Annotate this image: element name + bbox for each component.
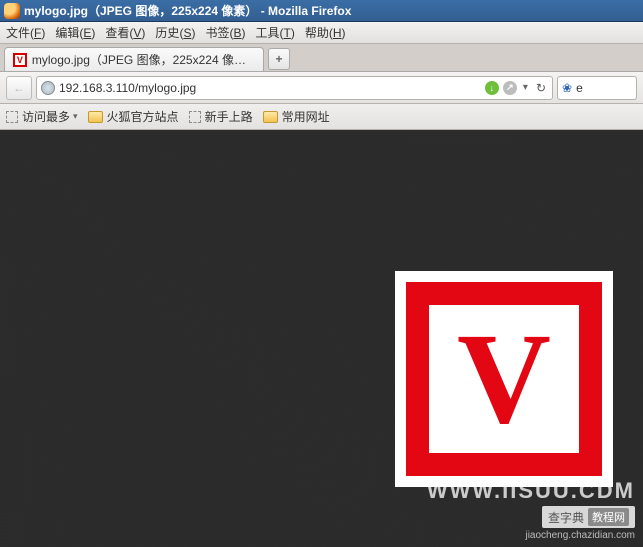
bookmark-most-visited[interactable]: 访问最多 ▾ bbox=[6, 108, 78, 125]
menu-tools[interactable]: 工具(T) bbox=[255, 24, 294, 41]
nav-toolbar: ← ↓ ↗ ▾ ↻ ❀ bbox=[0, 72, 643, 104]
folder-icon bbox=[263, 111, 278, 123]
menu-view[interactable]: 查看(V) bbox=[105, 24, 145, 41]
url-input[interactable] bbox=[59, 81, 481, 95]
bookmark-getting-started[interactable]: 新手上路 bbox=[189, 108, 253, 125]
go-icon[interactable]: ↓ bbox=[485, 81, 499, 95]
menu-file[interactable]: 文件(F) bbox=[6, 24, 45, 41]
tab-strip: V mylogo.jpg（JPEG 图像，225x224 像素） + bbox=[0, 44, 643, 72]
logo-inner-frame: V bbox=[429, 305, 579, 453]
search-input[interactable] bbox=[576, 81, 632, 95]
reload-button[interactable]: ↻ bbox=[534, 81, 548, 95]
bookmark-placeholder-icon bbox=[6, 111, 18, 123]
menu-bookmarks[interactable]: 书签(B) bbox=[205, 24, 245, 41]
window-title: mylogo.jpg（JPEG 图像，225x224 像素） - Mozilla… bbox=[24, 2, 351, 19]
tab-active[interactable]: V mylogo.jpg（JPEG 图像，225x224 像素） bbox=[4, 47, 264, 71]
share-icon[interactable]: ↗ bbox=[503, 81, 517, 95]
watermark-url-2: jiaocheng.chazidian.com bbox=[525, 530, 635, 541]
chevron-down-icon: ▾ bbox=[73, 111, 78, 122]
tab-label: mylogo.jpg（JPEG 图像，225x224 像素） bbox=[32, 51, 255, 68]
watermark-brand: 查字典 教程网 bbox=[542, 506, 635, 528]
search-box[interactable]: ❀ bbox=[557, 76, 637, 100]
bookmark-placeholder-icon bbox=[189, 111, 201, 123]
menu-history[interactable]: 历史(S) bbox=[155, 24, 195, 41]
url-box[interactable]: ↓ ↗ ▾ ↻ bbox=[36, 76, 553, 100]
tab-favicon-v-icon: V bbox=[13, 53, 27, 67]
window-titlebar: mylogo.jpg（JPEG 图像，225x224 像素） - Mozilla… bbox=[0, 0, 643, 22]
watermark-url-1: WWW.IISUU.CDM bbox=[427, 478, 635, 504]
folder-icon bbox=[88, 111, 103, 123]
bookmark-common-urls[interactable]: 常用网址 bbox=[263, 108, 330, 125]
page-content: V WWW.IISUU.CDM 查字典 教程网 jiaocheng.chazid… bbox=[0, 130, 643, 547]
plus-icon: + bbox=[275, 52, 282, 66]
bookmark-firefox-official[interactable]: 火狐官方站点 bbox=[88, 108, 179, 125]
watermark: WWW.IISUU.CDM 查字典 教程网 jiaocheng.chazidia… bbox=[427, 478, 635, 541]
firefox-icon bbox=[4, 3, 20, 19]
back-button[interactable]: ← bbox=[6, 76, 32, 100]
image-mylogo[interactable]: V bbox=[395, 271, 613, 487]
new-tab-button[interactable]: + bbox=[268, 48, 290, 70]
bookmark-label: 火狐官方站点 bbox=[107, 108, 179, 125]
back-arrow-icon: ← bbox=[13, 81, 25, 95]
menu-bar: 文件(F) 编辑(E) 查看(V) 历史(S) 书签(B) 工具(T) 帮助(H… bbox=[0, 22, 643, 44]
watermark-brand-text: 查字典 bbox=[548, 509, 584, 526]
menu-edit[interactable]: 编辑(E) bbox=[55, 24, 95, 41]
menu-help[interactable]: 帮助(H) bbox=[305, 24, 346, 41]
search-engine-icon: ❀ bbox=[562, 81, 573, 95]
watermark-brand-tag: 教程网 bbox=[588, 508, 629, 526]
bookmark-label: 新手上路 bbox=[205, 108, 253, 125]
bookmark-label: 常用网址 bbox=[282, 108, 330, 125]
logo-outer-frame: V bbox=[406, 282, 602, 476]
bookmark-label: 访问最多 bbox=[22, 108, 70, 125]
url-dropdown-icon[interactable]: ▾ bbox=[521, 82, 530, 93]
globe-icon bbox=[41, 81, 55, 95]
logo-letter-v: V bbox=[457, 314, 551, 444]
bookmarks-bar: 访问最多 ▾ 火狐官方站点 新手上路 常用网址 bbox=[0, 104, 643, 130]
